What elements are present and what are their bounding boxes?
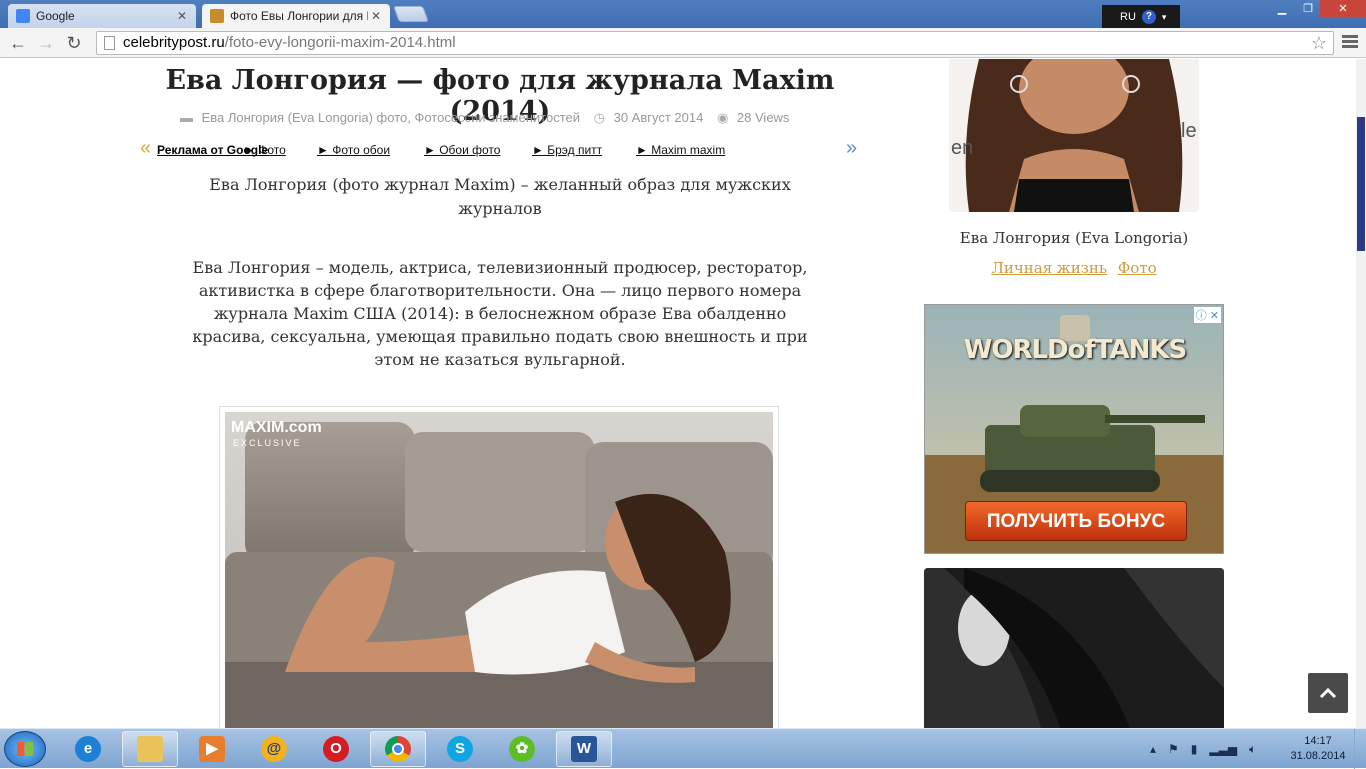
volume-icon[interactable]: 🔈︎ — [1249, 742, 1256, 757]
photo-image: MAXIM.com EXCLUSIVE — [225, 412, 773, 728]
browser-titlebar: Google ✕ Фото Евы Лонгории для М ✕ RU ? … — [0, 0, 1366, 29]
link-personal-life[interactable]: Личная жизнь — [991, 259, 1107, 277]
ad-logo: WORLDofTANKS — [963, 335, 1188, 365]
article-intro: Ева Лонгория – модель, актриса, телевизи… — [192, 258, 808, 369]
sidebar-photo-image — [924, 568, 1224, 728]
opera-icon: O — [323, 736, 349, 762]
restore-button[interactable]: ❐ — [1294, 0, 1322, 18]
action-center-flag-icon[interactable]: ⚑ — [1168, 742, 1179, 756]
media-player-icon: ▶ — [199, 736, 225, 762]
article-meta: ▬ Ева Лонгория (Eva Longoria) фото, Фото… — [180, 110, 789, 126]
system-tray: ▴ ⚑ ▮ ▂▃▅ 🔈︎ — [1150, 729, 1256, 769]
ad-link[interactable]: ► Maxim maxim — [636, 143, 725, 157]
google-ad-links: « ► Фото Реклама от Google ► Фото обои ►… — [140, 137, 862, 161]
back-to-top-button[interactable] — [1308, 673, 1348, 713]
taskbar-explorer[interactable] — [122, 731, 178, 767]
taskbar-opera[interactable]: O — [308, 731, 364, 767]
close-icon[interactable]: ✕ — [368, 9, 384, 23]
word-icon: W — [571, 736, 597, 762]
taskbar-ie[interactable]: e — [60, 731, 116, 767]
chevron-down-icon[interactable]: ▾ — [1162, 12, 1167, 23]
network-signal-icon[interactable]: ▂▃▅ — [1209, 742, 1237, 756]
ad-link[interactable]: ► Фото обои — [317, 143, 390, 157]
url-host: celebritypost.ru — [123, 34, 225, 51]
tab-celebritypost[interactable]: Фото Евы Лонгории для М ✕ — [202, 4, 390, 28]
windows-logo-icon — [17, 742, 33, 756]
close-window-button[interactable]: ✕ — [1320, 0, 1366, 18]
taskbar-icq[interactable]: ✿ — [494, 731, 550, 767]
next-chevron-icon[interactable]: » — [846, 137, 857, 160]
taskbar-mail-agent[interactable]: @ — [246, 731, 302, 767]
power-icon[interactable]: ▮ — [1191, 742, 1198, 756]
chrome-icon — [385, 736, 411, 762]
link-photo[interactable]: Фото — [1118, 259, 1157, 277]
reload-button[interactable]: ↻ — [62, 31, 86, 55]
folder-icon — [137, 736, 163, 762]
system-clock[interactable]: 14:17 31.08.2014 — [1290, 734, 1346, 764]
meta-date: 30 Август 2014 — [613, 110, 704, 125]
taskbar-skype[interactable]: S — [432, 731, 488, 767]
address-bar[interactable]: celebritypost.ru/foto-evy-longorii-maxim… — [96, 31, 1334, 55]
google-favicon-icon — [16, 9, 30, 23]
page-icon — [104, 36, 115, 50]
sidebar-photo[interactable] — [924, 568, 1224, 728]
prev-chevron-icon[interactable]: « — [140, 137, 151, 160]
taskbar-word[interactable]: W — [556, 731, 612, 767]
mail-agent-icon: @ — [261, 736, 287, 762]
photo-watermark-sub: EXCLUSIVE — [233, 438, 302, 448]
language-indicator[interactable]: RU ? ▾ — [1102, 5, 1180, 29]
close-icon[interactable]: ✕ — [174, 9, 190, 23]
ad-label[interactable]: Реклама от Google — [157, 143, 268, 157]
profile-links: Личная жизнь Фото — [924, 259, 1224, 277]
svg-text:en: en — [951, 137, 973, 159]
profile-name: Ева Лонгория (Eva Longoria) — [959, 229, 1189, 247]
eye-icon: ◉ — [716, 110, 729, 125]
windows-taskbar: e ▶ @ O S ✿ W ▴ ⚑ ▮ ▂▃▅ 🔈︎ 14:17 31.08.2… — [0, 728, 1366, 769]
internet-explorer-icon: e — [75, 736, 101, 762]
svg-text:le: le — [1181, 120, 1197, 142]
meta-categories[interactable]: Ева Лонгория (Eva Longoria) фото, Фотосе… — [202, 110, 580, 125]
article-photo[interactable]: MAXIM.com EXCLUSIVE — [219, 406, 779, 728]
article-subtitle: Ева Лонгория (фото журнал Maxim) – желан… — [209, 175, 791, 218]
tray-expand-icon[interactable]: ▴ — [1150, 742, 1156, 756]
scrollbar-thumb[interactable] — [1357, 117, 1365, 251]
forward-button[interactable]: → — [34, 31, 58, 55]
site-favicon-icon — [210, 9, 224, 23]
tab-title: Фото Евы Лонгории для М — [230, 9, 368, 23]
skype-icon: S — [447, 736, 473, 762]
chrome-menu-button[interactable] — [1342, 33, 1358, 53]
bookmark-star-icon[interactable]: ☆ — [1311, 32, 1327, 54]
page-scrollbar[interactable] — [1356, 59, 1366, 728]
ad-bonus-button[interactable]: ПОЛУЧИТЬ БОНУС — [965, 501, 1187, 541]
chevron-up-icon — [1319, 687, 1337, 699]
start-button[interactable] — [4, 731, 46, 767]
tab-title: Google — [36, 9, 75, 23]
profile-photo[interactable]: en le — [949, 59, 1199, 212]
wot-ad-banner[interactable]: WORLDofTANKS ПОЛУЧИТЬ БОНУС ⓘ ✕ — [924, 304, 1224, 554]
ad-choices-close-icon[interactable]: ⓘ ✕ — [1193, 307, 1221, 323]
meta-views: 28 Views — [736, 110, 790, 125]
clock-time: 14:17 — [1304, 735, 1332, 747]
clock-icon: ◷ — [593, 110, 605, 125]
taskbar-media-player[interactable]: ▶ — [184, 731, 240, 767]
browser-toolbar: ← → ↻ celebritypost.ru/foto-evy-longorii… — [0, 28, 1366, 58]
clock-date: 31.08.2014 — [1290, 750, 1346, 762]
back-button[interactable]: ← — [6, 31, 30, 55]
icq-flower-icon: ✿ — [509, 736, 535, 762]
new-tab-button[interactable] — [393, 6, 429, 22]
help-icon[interactable]: ? — [1141, 10, 1156, 24]
taskbar-chrome[interactable] — [370, 731, 426, 767]
photo-watermark: MAXIM.com — [231, 419, 322, 436]
ad-link[interactable]: ► Брэд питт — [532, 143, 602, 157]
show-desktop-button[interactable] — [1354, 729, 1366, 769]
folder-icon: ▬ — [180, 110, 193, 125]
language-label: RU — [1120, 11, 1136, 23]
url-path: /foto-evy-longorii-maxim-2014.html — [224, 34, 456, 51]
profile-image: en le — [949, 59, 1199, 212]
page-viewport: Ева Лонгория — фото для журнала Maxim (2… — [0, 59, 1356, 728]
ad-link[interactable]: ► Обои фото — [424, 143, 500, 157]
minimize-button[interactable]: ▁ — [1268, 0, 1296, 18]
tab-google[interactable]: Google ✕ — [8, 4, 196, 28]
